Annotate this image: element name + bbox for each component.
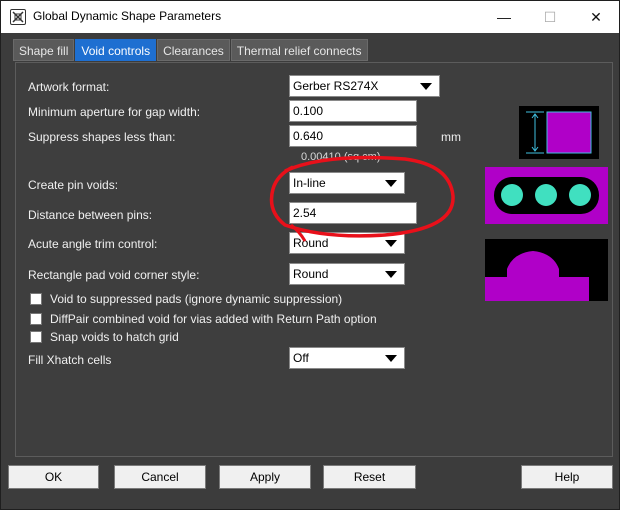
minimize-icon[interactable]: — bbox=[481, 1, 527, 33]
tab-clearances[interactable]: Clearances bbox=[157, 39, 230, 61]
fill-xhatch-dropdown[interactable]: Off bbox=[289, 347, 405, 369]
artwork-format-dropdown[interactable]: Gerber RS274X bbox=[289, 75, 440, 97]
chevron-down-icon bbox=[385, 271, 397, 278]
acute-angle-preview bbox=[485, 239, 608, 301]
chevron-down-icon bbox=[385, 355, 397, 362]
checkbox-label: Void to suppressed pads (ignore dynamic … bbox=[50, 292, 343, 306]
min-aperture-label: Minimum aperture for gap width: bbox=[28, 105, 201, 119]
tab-shape-fill[interactable]: Shape fill bbox=[13, 39, 75, 61]
checkbox-box[interactable] bbox=[30, 293, 42, 305]
close-icon[interactable]: ✕ bbox=[573, 1, 619, 33]
suppress-shapes-input[interactable]: 0.640 bbox=[289, 125, 417, 147]
help-button[interactable]: Help bbox=[521, 465, 613, 489]
checkbox-box[interactable] bbox=[30, 313, 42, 325]
distance-between-pins-label: Distance between pins: bbox=[28, 208, 153, 222]
rect-pad-void-dropdown[interactable]: Round bbox=[289, 263, 405, 285]
suppress-shapes-label: Suppress shapes less than: bbox=[28, 130, 176, 144]
reset-button[interactable]: Reset bbox=[323, 465, 416, 489]
red-annotation-circle bbox=[269, 155, 455, 242]
tab-bar: Shape fill Void controls Clearances Ther… bbox=[13, 39, 369, 61]
title-bar: Global Dynamic Shape Parameters — ☐ ✕ bbox=[1, 1, 619, 33]
window-title: Global Dynamic Shape Parameters bbox=[33, 9, 222, 23]
app-icon bbox=[10, 9, 26, 25]
rect-pad-void-label: Rectangle pad void corner style: bbox=[28, 268, 200, 282]
fill-xhatch-value: Off bbox=[293, 351, 309, 365]
checkbox-box[interactable] bbox=[30, 331, 42, 343]
fill-xhatch-label: Fill Xhatch cells bbox=[28, 353, 112, 367]
acute-angle-label: Acute angle trim control: bbox=[28, 237, 158, 251]
dialog-window: Global Dynamic Shape Parameters — ☐ ✕ Sh… bbox=[0, 0, 620, 510]
ok-button[interactable]: OK bbox=[8, 465, 99, 489]
suppress-shapes-unit: mm bbox=[441, 130, 461, 144]
suppress-shape-preview bbox=[519, 106, 599, 159]
snap-voids-checkbox[interactable]: Snap voids to hatch grid bbox=[30, 330, 179, 344]
min-aperture-input[interactable]: 0.100 bbox=[289, 100, 417, 122]
maximize-icon[interactable]: ☐ bbox=[527, 1, 573, 33]
create-pin-voids-label: Create pin voids: bbox=[28, 178, 119, 192]
checkbox-label: Snap voids to hatch grid bbox=[50, 330, 179, 344]
void-suppressed-pads-checkbox[interactable]: Void to suppressed pads (ignore dynamic … bbox=[30, 292, 342, 306]
chevron-down-icon bbox=[420, 83, 432, 90]
apply-button[interactable]: Apply bbox=[219, 465, 311, 489]
pin-voids-preview bbox=[485, 167, 608, 224]
rect-pad-void-value: Round bbox=[293, 267, 329, 281]
checkbox-label: DiffPair combined void for vias added wi… bbox=[50, 312, 377, 326]
artwork-format-value: Gerber RS274X bbox=[293, 79, 379, 93]
diffpair-combined-void-checkbox[interactable]: DiffPair combined void for vias added wi… bbox=[30, 312, 377, 326]
tab-thermal-relief-connects[interactable]: Thermal relief connects bbox=[230, 39, 368, 61]
artwork-format-label: Artwork format: bbox=[28, 80, 110, 94]
tab-void-controls[interactable]: Void controls bbox=[75, 39, 157, 61]
cancel-button[interactable]: Cancel bbox=[114, 465, 206, 489]
